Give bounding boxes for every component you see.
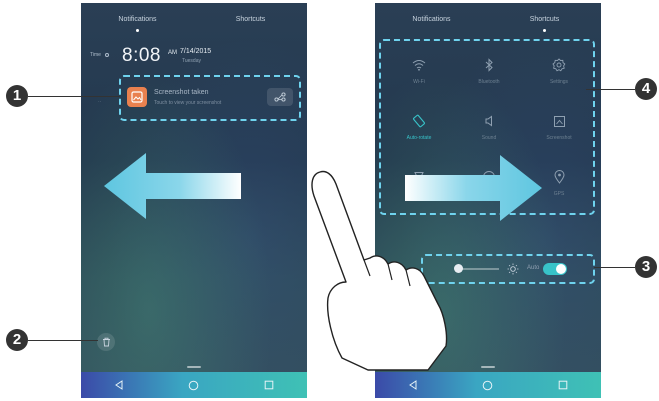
- ampm-label: AM: [168, 50, 177, 56]
- auto-brightness-label: Auto: [527, 265, 540, 271]
- navigation-bar: [375, 372, 601, 398]
- sun-icon: [507, 263, 519, 275]
- auto-brightness-toggle[interactable]: [543, 263, 567, 275]
- screenshot-icon: [549, 111, 569, 131]
- notification-timestamp-marker: ··: [98, 99, 102, 105]
- shortcut-label: Auto-rotate: [406, 135, 432, 141]
- callout-3-line: [594, 267, 635, 268]
- share-icon: [274, 92, 286, 102]
- tab-notifications[interactable]: Notifications: [375, 3, 488, 37]
- active-tab-indicator: [136, 29, 139, 32]
- back-icon: [408, 380, 417, 390]
- location-pin-icon: [549, 167, 569, 187]
- tab-shortcuts[interactable]: Shortcuts: [194, 3, 307, 37]
- callout-4: 4: [635, 78, 657, 100]
- wifi-icon: [409, 55, 429, 75]
- trash-icon: [102, 337, 110, 347]
- tab-notifications-label: Notifications: [118, 16, 157, 23]
- time-row: Time 8:08 AM 7/14/2015 Tuesday: [90, 45, 300, 71]
- recents-button[interactable]: [553, 375, 573, 395]
- shortcut-screenshot[interactable]: Screenshot: [529, 105, 589, 155]
- shortcut-label: Wi-Fi: [413, 79, 425, 85]
- share-button[interactable]: [267, 88, 293, 106]
- shortcut-auto-rotate[interactable]: Auto-rotate: [389, 105, 449, 155]
- time-label: Time: [90, 52, 101, 58]
- shortcut-label: Settings: [549, 79, 569, 85]
- tab-notifications-label: Notifications: [412, 16, 451, 23]
- home-icon: [483, 380, 493, 390]
- tab-shortcuts[interactable]: Shortcuts: [488, 3, 601, 37]
- home-button[interactable]: [478, 375, 498, 395]
- back-button[interactable]: [109, 375, 129, 395]
- recents-button[interactable]: [259, 375, 279, 395]
- notification-subtitle: Touch to view your screenshot: [154, 100, 222, 106]
- shortcut-sound[interactable]: Sound: [459, 105, 519, 155]
- callout-3: 3: [635, 256, 657, 278]
- active-tab-indicator: [543, 29, 546, 32]
- shortcut-bluetooth[interactable]: Bluetooth: [459, 49, 519, 99]
- navigation-bar: [81, 372, 307, 398]
- back-icon: [114, 380, 123, 390]
- notification-title: Screenshot taken: [154, 89, 209, 96]
- shortcut-settings[interactable]: Settings: [529, 49, 589, 99]
- callout-1: 1: [6, 85, 28, 107]
- weekday-label: Tuesday: [182, 58, 201, 64]
- shortcut-wifi[interactable]: Wi-Fi: [389, 49, 449, 99]
- speaker-icon: [479, 111, 499, 131]
- bluetooth-icon: [479, 55, 499, 75]
- drag-handle[interactable]: [481, 366, 495, 368]
- home-icon: [189, 380, 199, 390]
- screenshot-notification[interactable]: Screenshot taken Touch to view your scre…: [119, 75, 301, 121]
- brightness-slider[interactable]: [457, 268, 499, 270]
- shortcut-label: Sound: [481, 135, 497, 141]
- tab-shortcuts-label: Shortcuts: [529, 16, 560, 23]
- tab-bar: Notifications Shortcuts: [375, 3, 601, 37]
- clear-notifications-button[interactable]: [97, 333, 115, 351]
- recents-icon: [559, 380, 568, 390]
- drag-handle[interactable]: [187, 366, 201, 368]
- current-date: 7/14/2015: [180, 48, 212, 55]
- hand-swipe-illustration: [311, 170, 448, 371]
- clock-icon: [105, 53, 109, 57]
- tab-bar: Notifications Shortcuts: [81, 3, 307, 37]
- toggle-knob: [556, 264, 566, 274]
- swipe-left-arrow: [104, 153, 241, 219]
- tab-notifications[interactable]: Notifications: [81, 3, 194, 37]
- brightness-slider-knob[interactable]: [454, 264, 463, 273]
- home-button[interactable]: [184, 375, 204, 395]
- gear-icon: [549, 55, 569, 75]
- callout-2-line: [28, 340, 98, 341]
- shortcut-label: Bluetooth: [478, 79, 500, 85]
- tab-shortcuts-label: Shortcuts: [235, 16, 266, 23]
- shortcut-label: Screenshot: [546, 135, 572, 141]
- rotate-icon: [409, 111, 429, 131]
- callout-2: 2: [6, 329, 28, 351]
- back-button[interactable]: [403, 375, 423, 395]
- gallery-icon: [127, 87, 147, 107]
- callout-4-line: [586, 89, 635, 90]
- callout-1-line: [28, 96, 120, 97]
- current-time: 8:08: [122, 45, 161, 66]
- recents-icon: [265, 380, 274, 390]
